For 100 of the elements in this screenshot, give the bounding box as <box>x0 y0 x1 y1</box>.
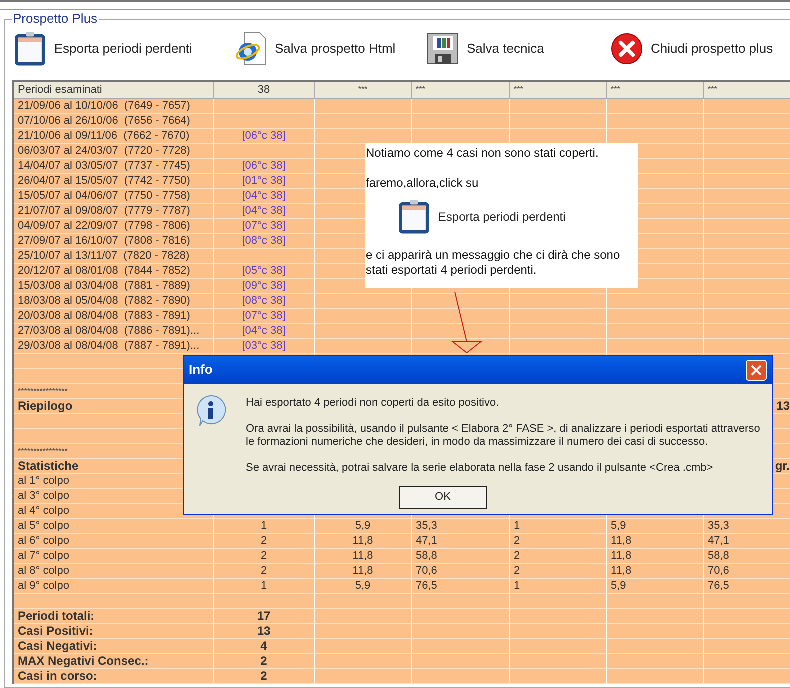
period-cell: 18/03/08 al 05/04/08 (7882 - 7890) <box>18 295 190 307</box>
period-cell: 29/03/08 al 08/04/08 (7887 - 7891)... <box>18 340 200 352</box>
stat-cell: 58,8 <box>416 550 438 562</box>
period-cell: 14/04/07 al 03/05/07 (7737 - 7745) <box>18 160 190 172</box>
hit-cell: [09°c 38] <box>242 280 286 292</box>
stat-cell: 2 <box>514 535 520 547</box>
section-heading: Statistiche <box>18 459 79 473</box>
period-cell: 07/10/06 al 26/10/06 (7656 - 7664) <box>18 115 190 127</box>
stat-cell: 1 <box>260 520 268 532</box>
globe-page-icon <box>235 32 267 66</box>
period-cell: 20/12/07 al 08/01/08 (7844 - 7852) <box>18 265 190 277</box>
column-header: *** <box>708 85 718 94</box>
column-header: *** <box>514 85 524 94</box>
hit-cell: [08°c 38] <box>242 295 286 307</box>
stat-cell: 1 <box>514 520 520 532</box>
stat-label: al 8° colpo <box>18 565 70 577</box>
callout-text: Notiamo come 4 casi non sono stati coperti. <box>366 146 600 161</box>
hit-cell: [04°c 38] <box>242 190 286 202</box>
leader-line <box>450 292 484 354</box>
stat-cell: 11,8 <box>611 550 632 562</box>
stat-cell: 2 <box>260 565 268 577</box>
table-cell: 13 <box>776 399 790 413</box>
table-cell: gr. <box>775 459 790 473</box>
total-label: MAX Negativi Consec.: <box>18 654 149 668</box>
stat-cell: 11,8 <box>352 535 374 547</box>
stat-cell: 11,8 <box>352 550 374 562</box>
section-heading: Riepilogo <box>18 399 73 413</box>
column-header: 38 <box>258 84 270 96</box>
stat-label: al 1° colpo <box>18 475 70 487</box>
period-cell: 20/03/08 al 08/04/08 (7883 - 7891) <box>18 310 190 322</box>
dialog-title: Info <box>189 361 213 380</box>
period-cell: 21/09/06 al 10/10/06 (7649 - 7657) <box>18 100 190 112</box>
stat-cell: 70,6 <box>416 565 438 577</box>
total-value: 2 <box>260 654 268 668</box>
stat-cell: 1 <box>514 580 520 592</box>
stat-cell: 76,5 <box>708 580 730 592</box>
stat-cell: 35,3 <box>416 520 438 532</box>
dialog-message: Hai esportato 4 periodi non coperti da esito positivo. <box>246 397 500 410</box>
hit-cell: [03°c 38] <box>242 340 286 352</box>
close-icon <box>611 33 643 65</box>
period-cell: 15/03/08 al 03/04/08 (7881 - 7889) <box>18 280 190 292</box>
period-cell: 27/09/07 al 16/10/07 (7808 - 7816) <box>18 235 190 247</box>
stat-label: al 3° colpo <box>18 490 70 502</box>
total-label: Casi Positivi: <box>18 624 94 638</box>
group-title: Prospetto Plus <box>12 12 99 26</box>
stat-cell: 70,6 <box>708 565 730 577</box>
total-value: 13 <box>257 624 271 638</box>
stat-cell: 11,8 <box>352 565 374 577</box>
period-cell: 21/07/07 al 09/08/07 (7779 - 7787) <box>18 205 190 217</box>
stat-cell: 2 <box>260 550 268 562</box>
hit-cell: [06°c 38] <box>242 130 286 142</box>
total-label: Periodi totali: <box>18 609 95 623</box>
total-label: Casi Negativi: <box>18 639 98 653</box>
toolbar-button[interactable]: Salva tecnica <box>427 33 611 65</box>
stat-cell: 5,9 <box>355 520 371 532</box>
hit-cell: [04°c 38] <box>242 325 286 337</box>
stat-cell: 5,9 <box>355 580 371 592</box>
clipboard-icon <box>14 31 46 67</box>
period-cell: 26/04/07 al 15/05/07 (7742 - 7750) <box>18 175 190 187</box>
export-label: Esporta periodi perdenti <box>438 209 566 226</box>
stat-label: al 4° colpo <box>18 505 70 517</box>
separator-text: **************** <box>18 387 68 396</box>
period-cell: 21/10/06 al 09/11/06 (7662 - 7670) <box>18 130 190 142</box>
hit-cell: [05°c 38] <box>242 265 286 277</box>
callout-text: faremo,allora,click su <box>366 176 480 191</box>
toolbar-button[interactable]: Salva prospetto Html <box>235 32 427 66</box>
period-cell: 27/03/08 al 08/04/08 (7886 - 7891)... <box>18 325 200 337</box>
toolbar-button[interactable]: Chiudi prospetto plus <box>611 33 790 65</box>
close-button[interactable] <box>746 360 767 380</box>
stat-cell: 35,3 <box>708 520 730 532</box>
total-value: 4 <box>260 639 268 653</box>
stat-label: al 7° colpo <box>18 550 70 562</box>
stat-label: al 5° colpo <box>18 520 70 532</box>
stat-cell: 76,5 <box>416 580 438 592</box>
separator-text: **************** <box>18 447 68 456</box>
stat-cell: 58,8 <box>708 550 730 562</box>
stat-label: al 9° colpo <box>18 580 70 592</box>
total-label: Casi in corso: <box>18 669 98 683</box>
ok-button[interactable]: OK <box>399 486 487 509</box>
hit-cell: [01°c 38] <box>242 175 286 187</box>
stat-cell: 5,9 <box>611 520 626 532</box>
hit-cell: [07°c 38] <box>242 310 286 322</box>
stat-cell: 2 <box>514 565 520 577</box>
hit-cell: [04°c 38] <box>242 205 286 217</box>
stat-cell: 2 <box>514 550 520 562</box>
hit-cell: [06°c 38] <box>242 160 286 172</box>
stat-cell: 47,1 <box>416 535 438 547</box>
period-cell: 04/09/07 al 22/09/07 (7798 - 7806) <box>18 220 190 232</box>
column-header: *** <box>416 85 426 94</box>
callout-text: e ci apparirà un messaggio che ci dirà che sono stati esportati 4 periodi perdenti. <box>366 248 622 278</box>
close-icon <box>751 364 762 376</box>
total-value: 2 <box>260 669 268 683</box>
toolbar-button[interactable]: Esporta periodi perdenti <box>14 31 235 67</box>
stat-cell: 11,8 <box>611 535 632 547</box>
stat-cell: 2 <box>260 535 268 547</box>
dialog-message: Se avrai necessità, potrai salvare la serie elaborata nella fase 2 usando il pulsante <Crea .cmb> <box>246 462 714 475</box>
stat-label: al 6° colpo <box>18 535 70 547</box>
stat-cell: 11,8 <box>611 565 632 577</box>
info-icon <box>194 394 228 428</box>
period-cell: 25/10/07 al 13/11/07 (7820 - 7828) <box>18 250 190 262</box>
